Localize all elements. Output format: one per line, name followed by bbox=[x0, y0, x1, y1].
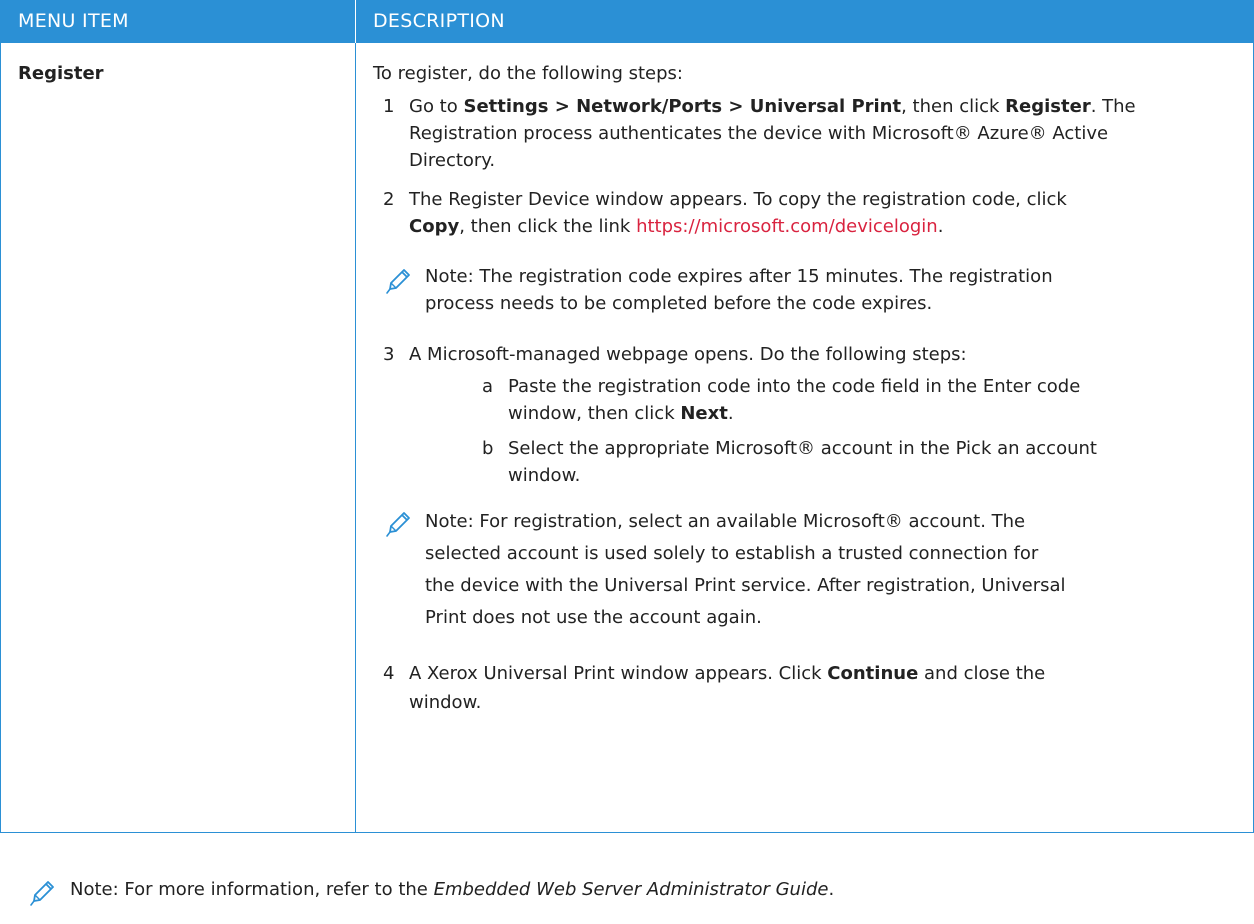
step-2-number: 2 bbox=[383, 189, 395, 210]
substep-b-label: b bbox=[482, 438, 494, 459]
note-2-line-1: Note: For registration, select an availa… bbox=[425, 511, 1026, 532]
substep-b-line-2: window. bbox=[508, 465, 581, 486]
footer-note: Note: For more information, refer to the… bbox=[70, 879, 835, 900]
substep-a-label: a bbox=[482, 376, 494, 397]
step-2-line-2: Copy, then click the link https://micros… bbox=[409, 216, 944, 237]
step-4-line-1: A Xerox Universal Print window appears. … bbox=[409, 663, 1046, 684]
pencil-icon bbox=[386, 269, 410, 294]
row-bottom-border bbox=[0, 832, 1254, 833]
settings-path: Settings > Network/Ports > Universal Pri… bbox=[463, 96, 902, 117]
register-button-ref: Register bbox=[1005, 96, 1091, 117]
intro-text: To register, do the following steps: bbox=[373, 63, 683, 84]
copy-button-ref: Copy bbox=[409, 216, 460, 237]
column-divider bbox=[355, 43, 356, 833]
step-3-line-1: A Microsoft-managed webpage opens. Do th… bbox=[409, 344, 967, 365]
description-column-header: DESCRIPTION bbox=[373, 10, 505, 32]
menu-item-column-header: MENU ITEM bbox=[18, 10, 129, 32]
continue-button-ref: Continue bbox=[827, 663, 919, 684]
step-1-line-2: Registration process authenticates the d… bbox=[409, 123, 1109, 144]
step-1-line-3: Directory. bbox=[409, 150, 496, 171]
next-button-ref: Next bbox=[680, 403, 728, 424]
note-1-line-2: process needs to be completed before the… bbox=[425, 293, 933, 314]
note-1-line-1: Note: The registration code expires afte… bbox=[425, 266, 1053, 287]
substep-b-line-1: Select the appropriate Microsoft® accoun… bbox=[508, 438, 1097, 459]
note-2-line-4: Print does not use the account again. bbox=[425, 607, 762, 628]
menu-item-register: Register bbox=[18, 63, 104, 84]
step-4-number: 4 bbox=[383, 663, 395, 684]
substep-a-line-1: Paste the registration code into the cod… bbox=[508, 376, 1081, 397]
step-1-number: 1 bbox=[383, 96, 395, 117]
pencil-icon bbox=[30, 881, 54, 906]
substep-a-line-2: window, then click Next. bbox=[508, 403, 734, 424]
step-3-number: 3 bbox=[383, 344, 395, 365]
step-4-line-2: window. bbox=[409, 692, 482, 713]
pencil-icon bbox=[386, 512, 410, 537]
devicelogin-link[interactable]: https://microsoft.com/devicelogin bbox=[636, 216, 938, 237]
note-2-line-3: the device with the Universal Print serv… bbox=[425, 575, 1066, 596]
guide-title: Embedded Web Server Administrator Guide bbox=[433, 879, 829, 900]
note-2-line-2: selected account is used solely to estab… bbox=[425, 543, 1039, 564]
header-divider bbox=[355, 0, 356, 43]
table-header: MENU ITEM DESCRIPTION bbox=[0, 0, 1254, 43]
step-1-line-1: Go to Settings > Network/Ports > Univers… bbox=[409, 96, 1136, 117]
step-2-line-1: The Register Device window appears. To c… bbox=[409, 189, 1067, 210]
table-left-border bbox=[0, 43, 1, 833]
